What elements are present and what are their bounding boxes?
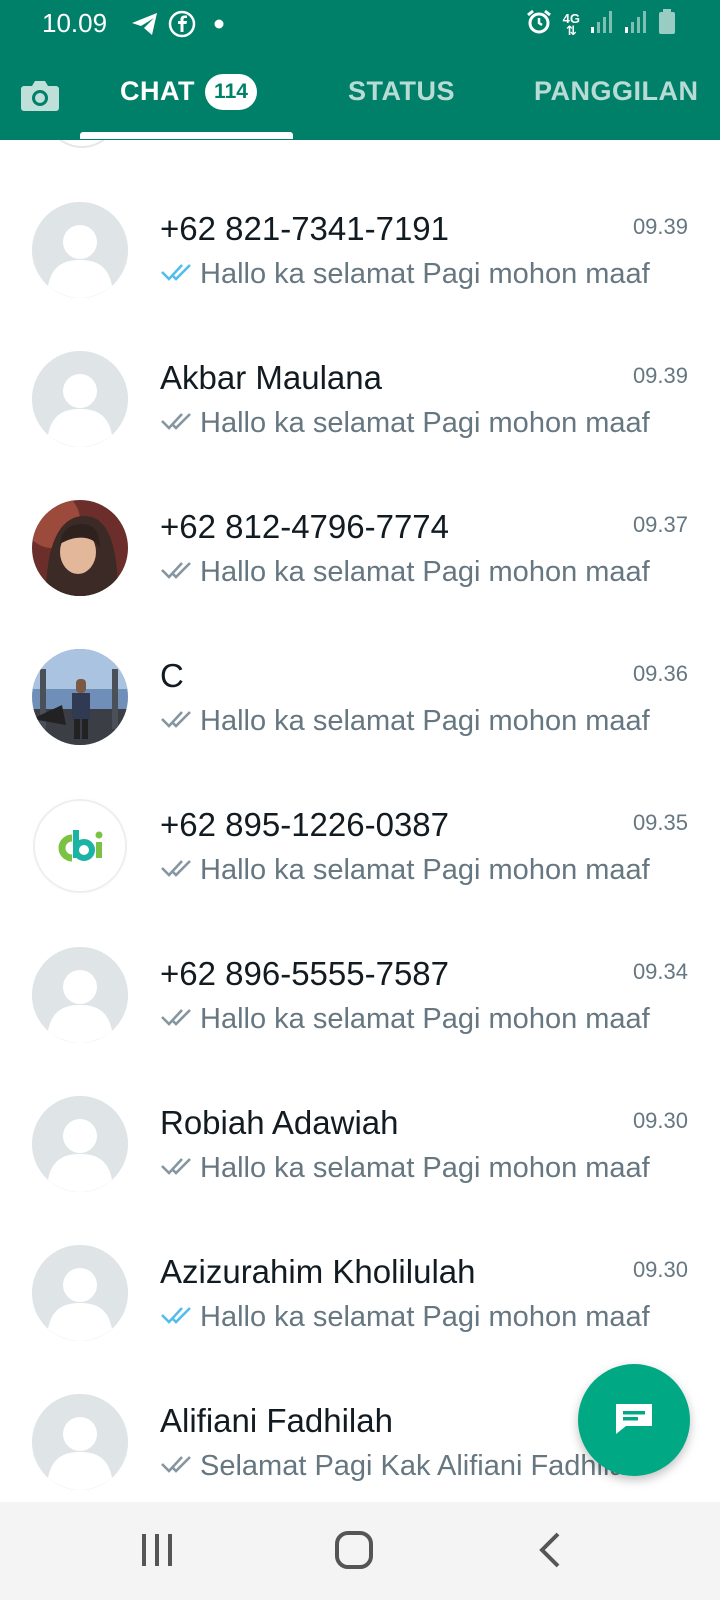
read-receipt-icon [160, 407, 200, 440]
recent-apps-icon[interactable] [140, 1530, 174, 1575]
back-icon[interactable] [536, 1530, 564, 1575]
telegram-icon [130, 10, 160, 43]
chat-preview-text: Hallo ka selamat Pagi mohon maaf [200, 1003, 650, 1035]
chat-time: 09.35 [632, 810, 688, 835]
tab-chat-label: CHAT [120, 76, 195, 106]
chat-row[interactable]: Akbar Maulana 09.39 Hallo ka selamat Pagi … [0, 351, 720, 503]
status-bar: 10.09 4G ⇅ [0, 0, 720, 50]
tab-indicator [80, 132, 293, 139]
unread-badge: 114 [205, 74, 257, 110]
chat-row[interactable]: +62 812-4796-7774 09.37 Hallo ka selamat P… [0, 500, 720, 652]
chat-preview-text: Selamat Pagi Kak Alifiani Fadhilah [200, 1450, 642, 1482]
chat-preview: Hallo ka selamat Pagi mohon maaf [160, 1003, 680, 1036]
read-receipt-icon [160, 556, 200, 589]
app-header: 10.09 4G ⇅ CHAT 114 STATUS PANGGILAN [0, 0, 720, 140]
system-nav-bar [0, 1502, 720, 1600]
avatar[interactable] [32, 500, 128, 596]
read-receipt-icon [160, 1450, 200, 1483]
avatar[interactable] [32, 798, 128, 894]
home-icon[interactable] [334, 1530, 374, 1575]
chat-time: 09.30 [632, 1108, 688, 1133]
status-right-icons: 4G ⇅ [525, 8, 676, 41]
avatar[interactable] [32, 649, 128, 745]
chat-name: +62 812-4796-7774 [160, 508, 450, 545]
chat-row[interactable]: C 09.36 Hallo ka selamat Pagi mohon maaf [0, 649, 720, 801]
tab-status[interactable]: STATUS [348, 76, 455, 107]
network-label: 4G [562, 10, 580, 26]
chat-time: 09.37 [632, 512, 688, 537]
chat-name: Robiah Adawiah [160, 1104, 399, 1141]
avatar[interactable] [32, 1394, 128, 1490]
chat-row[interactable]: +62 821-7341-7191 09.39 Hallo ka selamat P… [0, 202, 720, 354]
network-type: 4G ⇅ [562, 10, 580, 38]
chat-name: Akbar Maulana [160, 359, 382, 396]
chat-name: C [160, 657, 184, 694]
read-receipt-icon [160, 1152, 200, 1185]
avatar[interactable] [32, 1096, 128, 1192]
alarm-icon [525, 8, 553, 41]
chat-time: 09.30 [632, 1257, 688, 1282]
chat-preview: Hallo ka selamat Pagi mohon maaf [160, 407, 680, 440]
facebook-icon [168, 10, 196, 43]
chat-preview-text: Hallo ka selamat Pagi mohon maaf [200, 854, 650, 886]
signal-icon-2 [624, 9, 648, 40]
chat-time: 09.36 [632, 661, 688, 686]
dot-icon [214, 16, 224, 34]
camera-icon[interactable] [18, 74, 62, 118]
read-receipt-icon [160, 1301, 200, 1334]
chat-time: 09.34 [632, 959, 688, 984]
chat-preview-text: Hallo ka selamat Pagi mohon maaf [200, 705, 650, 737]
chat-name: +62 896-5555-7587 [160, 955, 450, 992]
read-receipt-icon [160, 854, 200, 887]
avatar[interactable] [32, 947, 128, 1043]
battery-icon [658, 9, 676, 40]
chat-preview: Hallo ka selamat Pagi mohon maaf [160, 1301, 680, 1334]
chat-preview-text: Hallo ka selamat Pagi mohon maaf [200, 258, 650, 290]
chat-preview-text: Hallo ka selamat Pagi mohon maaf [200, 1152, 650, 1184]
chat-row[interactable]: +62 896-5555-7587 09.34 Hallo ka selamat P… [0, 947, 720, 1099]
chat-name: Alifiani Fadhilah [160, 1402, 393, 1439]
avatar [45, 140, 119, 148]
chat-row[interactable]: Robiah Adawiah 09.30 Hallo ka selamat Pagi… [0, 1096, 720, 1248]
read-receipt-icon [160, 705, 200, 738]
chat-time: 09.39 [632, 214, 688, 239]
chat-time: 09.39 [632, 363, 688, 388]
chat-preview: Hallo ka selamat Pagi mohon maaf [160, 705, 680, 738]
chat-preview-text: Hallo ka selamat Pagi mohon maaf [200, 407, 650, 439]
chat-row[interactable]: +62 895-1226-0387 09.35 Hallo ka selamat P… [0, 798, 720, 950]
chat-list[interactable]: +62 821-7341-7191 09.39 Hallo ka selamat P… [0, 140, 720, 1502]
tab-bar: CHAT 114 STATUS PANGGILAN [0, 58, 720, 140]
chat-preview-text: Hallo ka selamat Pagi mohon maaf [200, 556, 650, 588]
chat-name: +62 821-7341-7191 [160, 210, 450, 247]
chat-preview: Hallo ka selamat Pagi mohon maaf [160, 556, 680, 589]
tab-calls[interactable]: PANGGILAN [534, 76, 699, 107]
chat-name: +62 895-1226-0387 [160, 806, 450, 843]
avatar[interactable] [32, 1245, 128, 1341]
read-receipt-icon [160, 1003, 200, 1036]
avatar[interactable] [32, 351, 128, 447]
chat-preview: Hallo ka selamat Pagi mohon maaf [160, 854, 680, 887]
chat-name: Azizurahim Kholilulah [160, 1253, 476, 1290]
avatar[interactable] [32, 202, 128, 298]
chat-preview: Hallo ka selamat Pagi mohon maaf [160, 1152, 680, 1185]
signal-icon [590, 9, 614, 40]
new-chat-button[interactable] [578, 1364, 690, 1476]
status-time: 10.09 [42, 8, 108, 38]
read-receipt-icon [160, 258, 200, 291]
new-chat-icon [612, 1400, 656, 1441]
chat-preview-text: Hallo ka selamat Pagi mohon maaf [200, 1301, 650, 1333]
chat-preview: Hallo ka selamat Pagi mohon maaf [160, 258, 680, 291]
